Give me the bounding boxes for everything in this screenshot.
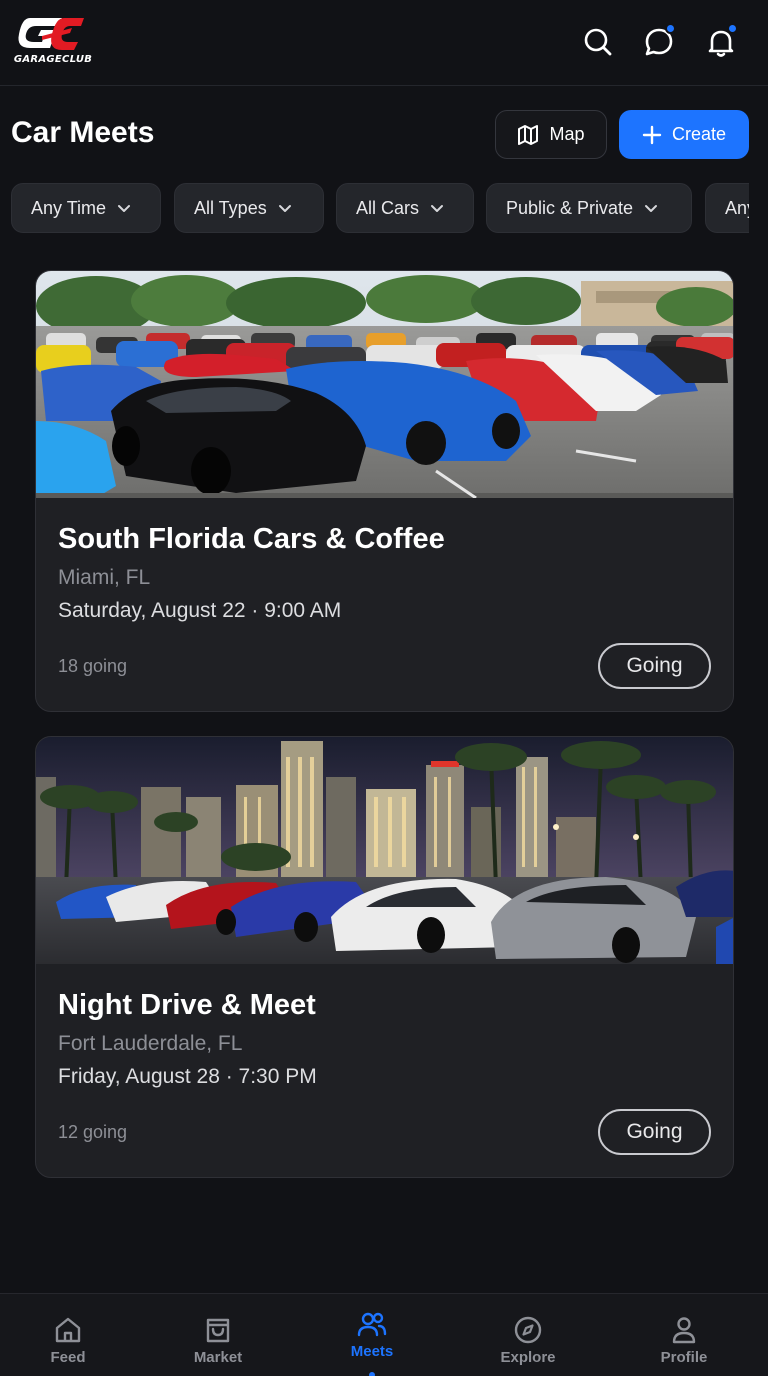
map-button[interactable]: Map (495, 110, 607, 159)
meet-title: South Florida Cars & Coffee (58, 523, 445, 555)
map-button-label: Map (549, 124, 585, 144)
nav-label: Profile (660, 1349, 708, 1366)
chevron-down-icon (431, 205, 444, 212)
filter-label: All Cars (356, 197, 420, 218)
filter-bar: Any Time All Types All Cars Public & Pri… (0, 183, 749, 233)
notifications-button[interactable] (703, 23, 739, 60)
page-title: Car Meets (11, 116, 155, 149)
meet-title: Night Drive & Meet (58, 989, 316, 1021)
nav-meets[interactable]: Meets (317, 1294, 427, 1376)
notification-unread-dot (727, 23, 738, 34)
top-bar: GARAGECLUB (0, 0, 768, 86)
nav-label: Feed (50, 1349, 86, 1366)
active-indicator (369, 1372, 375, 1376)
meet-image (36, 737, 733, 964)
chevron-down-icon (118, 205, 131, 212)
chevron-down-icon (645, 205, 658, 212)
meet-date: Saturday, August 22 · 9:00 AM (58, 599, 342, 622)
filter-more[interactable]: Any (705, 183, 749, 233)
going-button[interactable]: Going (598, 1109, 711, 1155)
chevron-down-icon (278, 205, 291, 212)
users-icon (357, 1312, 387, 1337)
day-car-meet-image (36, 271, 733, 498)
meet-location: Fort Lauderdale, FL (58, 1032, 243, 1055)
logo-mark-icon (18, 18, 84, 50)
meet-date: Friday, August 28 · 7:30 PM (58, 1065, 317, 1088)
filter-label: Any Time (31, 197, 107, 218)
map-icon (518, 124, 539, 145)
chat-unread-dot (665, 23, 676, 34)
nav-label: Meets (350, 1343, 394, 1360)
nav-label: Explore (500, 1349, 556, 1366)
filter-label: All Types (194, 197, 267, 218)
nav-feed[interactable]: Feed (13, 1294, 123, 1376)
filter-cars[interactable]: All Cars (336, 183, 474, 233)
plus-icon (642, 125, 662, 144)
going-button[interactable]: Going (598, 643, 711, 689)
bottom-nav: Feed Market Meets Explore Profile (0, 1293, 768, 1376)
meet-card[interactable]: South Florida Cars & Coffee Miami, FL Sa… (35, 270, 734, 712)
going-count: 12 going (58, 1122, 128, 1142)
nav-label: Market (193, 1349, 243, 1366)
going-count: 18 going (58, 656, 128, 676)
nav-explore[interactable]: Explore (473, 1294, 583, 1376)
create-button[interactable]: Create (619, 110, 749, 159)
user-icon (672, 1317, 696, 1344)
nav-profile[interactable]: Profile (629, 1294, 739, 1376)
app-logo[interactable]: GARAGECLUB (12, 14, 94, 70)
messages-button[interactable] (641, 23, 677, 60)
meet-card[interactable]: Night Drive & Meet Fort Lauderdale, FL F… (35, 736, 734, 1178)
shopping-bag-icon (206, 1318, 230, 1343)
meet-image (36, 271, 733, 498)
search-icon (584, 28, 612, 56)
nav-market[interactable]: Market (163, 1294, 273, 1376)
filter-type[interactable]: All Types (174, 183, 324, 233)
meet-location: Miami, FL (58, 566, 151, 589)
filter-label: Any (725, 197, 749, 218)
home-icon (55, 1317, 81, 1343)
compass-icon (514, 1316, 542, 1344)
filter-time[interactable]: Any Time (11, 183, 161, 233)
filter-visibility[interactable]: Public & Private (486, 183, 692, 233)
filter-label: Public & Private (506, 197, 634, 218)
night-car-meet-image (36, 737, 733, 964)
search-button[interactable] (580, 24, 616, 60)
create-button-label: Create (671, 124, 727, 144)
logo-text: GARAGECLUB (13, 54, 93, 65)
